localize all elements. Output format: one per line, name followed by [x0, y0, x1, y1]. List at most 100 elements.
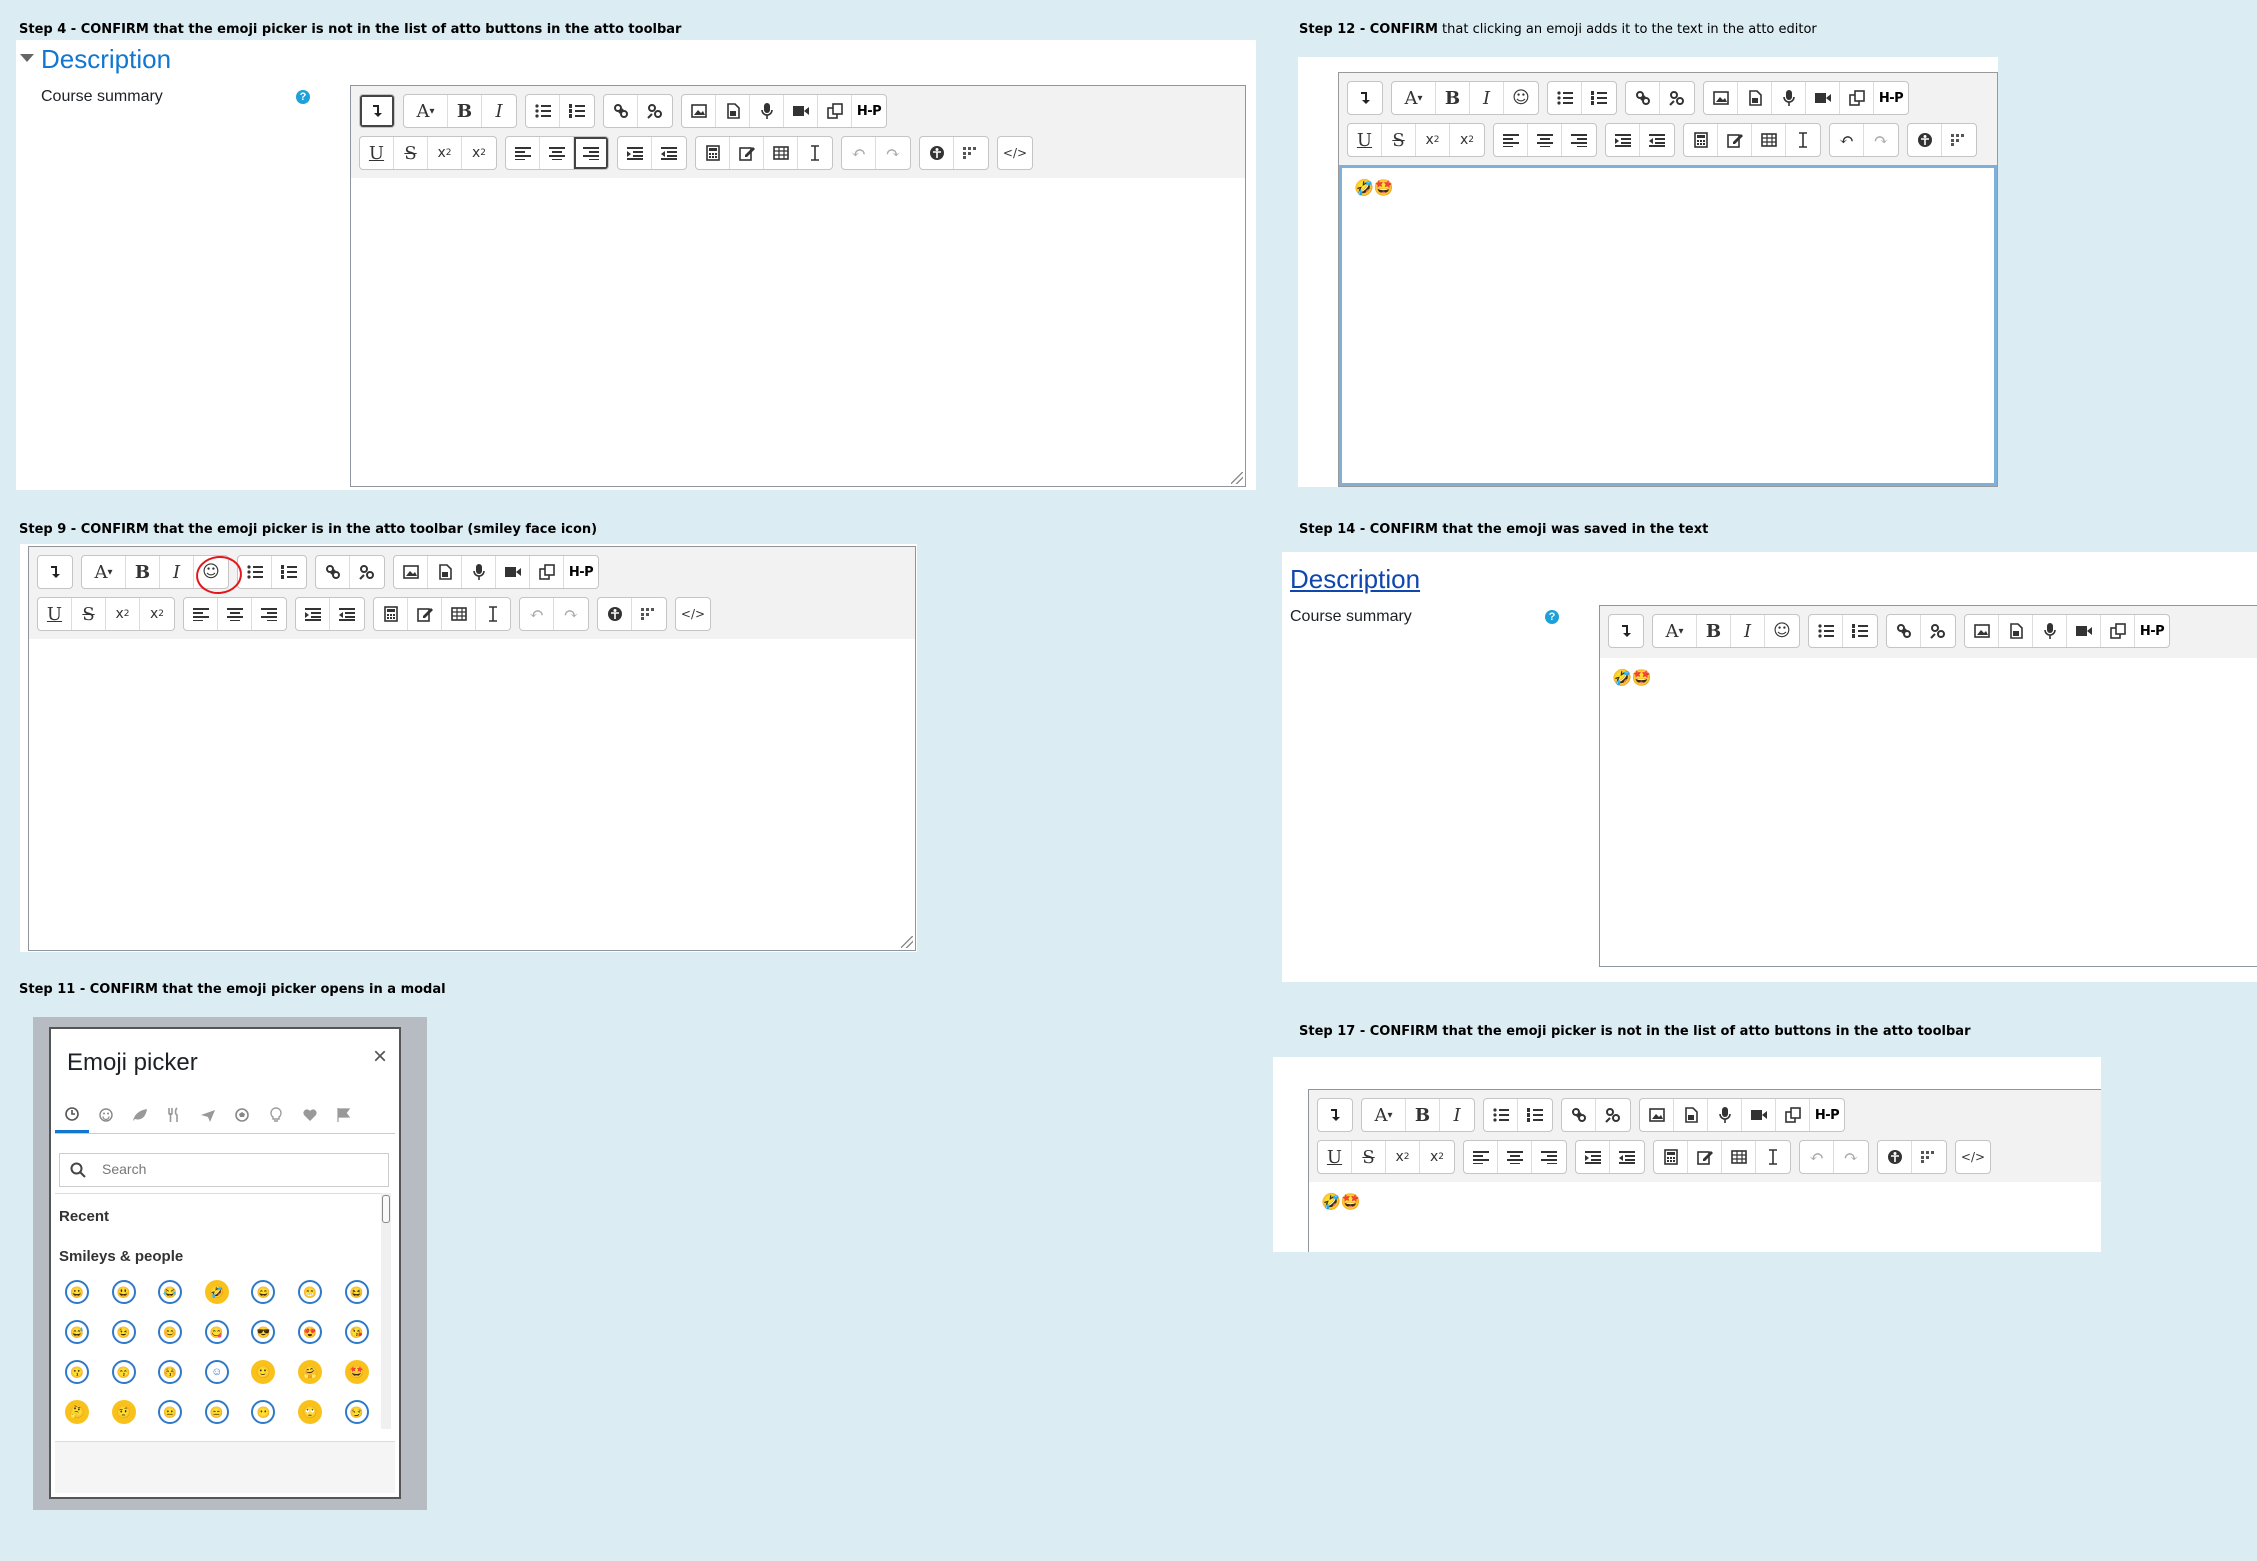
h5p-icon[interactable]: H-P: [1874, 82, 1908, 114]
image-icon[interactable]: [1640, 1099, 1674, 1131]
italic-button[interactable]: I: [1440, 1099, 1474, 1131]
link-icon[interactable]: [316, 556, 350, 588]
clear-formatting-icon[interactable]: [476, 598, 510, 630]
align-center-icon[interactable]: [540, 137, 574, 169]
redo-icon[interactable]: ↷: [554, 598, 588, 630]
manage-files-icon[interactable]: [530, 556, 564, 588]
emoji-item[interactable]: 😏: [344, 1400, 369, 1424]
superscript-button[interactable]: x2: [1450, 124, 1484, 156]
align-right-icon[interactable]: [252, 598, 286, 630]
editor-content[interactable]: [29, 639, 915, 950]
smiley-icon[interactable]: [89, 1097, 123, 1133]
outdent-icon[interactable]: [1610, 1141, 1644, 1173]
section-title[interactable]: Description: [41, 44, 171, 75]
soccer-icon[interactable]: [225, 1097, 259, 1133]
clear-formatting-icon[interactable]: [1786, 124, 1820, 156]
strikethrough-button[interactable]: S: [72, 598, 106, 630]
font-style-button[interactable]: A ▾: [1653, 615, 1697, 647]
link-icon[interactable]: [604, 95, 638, 127]
show-more-button[interactable]: [1609, 615, 1643, 647]
help-icon[interactable]: ?: [1545, 610, 1559, 624]
numbered-list-button[interactable]: [1518, 1099, 1552, 1131]
html-source-icon[interactable]: </>: [676, 598, 710, 630]
emoji-item[interactable]: 🙄: [297, 1400, 322, 1424]
emoji-item[interactable]: 🙂: [251, 1360, 276, 1384]
manage-files-icon[interactable]: [818, 95, 852, 127]
link-icon[interactable]: [1887, 615, 1921, 647]
numbered-list-button[interactable]: [1582, 82, 1616, 114]
image-icon[interactable]: [682, 95, 716, 127]
plane-icon[interactable]: [191, 1097, 225, 1133]
subscript-button[interactable]: x2: [106, 598, 140, 630]
subscript-button[interactable]: x2: [1416, 124, 1450, 156]
italic-button[interactable]: I: [1731, 615, 1765, 647]
redo-icon[interactable]: ↷: [1834, 1141, 1868, 1173]
emoji-item[interactable]: 🤩: [344, 1360, 369, 1384]
emoji-item[interactable]: 😅: [65, 1320, 89, 1344]
media-icon[interactable]: [1738, 82, 1772, 114]
emoji-item[interactable]: 😍: [297, 1320, 322, 1344]
close-icon[interactable]: ×: [373, 1043, 387, 1071]
subscript-button[interactable]: x2: [428, 137, 462, 169]
italic-button[interactable]: I: [482, 95, 516, 127]
equation-calculator-icon[interactable]: [374, 598, 408, 630]
clear-formatting-icon[interactable]: [1756, 1141, 1790, 1173]
bullet-list-button[interactable]: [526, 95, 560, 127]
media-icon[interactable]: [716, 95, 750, 127]
table-icon[interactable]: [1752, 124, 1786, 156]
resize-handle-icon[interactable]: [901, 936, 913, 948]
bold-button[interactable]: B: [448, 95, 482, 127]
show-more-button[interactable]: [38, 556, 72, 588]
scrollbar-thumb[interactable]: [382, 1195, 390, 1223]
strikethrough-button[interactable]: S: [394, 137, 428, 169]
bulb-icon[interactable]: [259, 1097, 293, 1133]
unlink-icon[interactable]: [1921, 615, 1955, 647]
font-style-button[interactable]: A ▾: [404, 95, 448, 127]
manage-files-icon[interactable]: [1840, 82, 1874, 114]
align-right-icon[interactable]: [1532, 1141, 1566, 1173]
edit-icon[interactable]: [1688, 1141, 1722, 1173]
align-right-icon[interactable]: [574, 137, 608, 169]
indent-icon[interactable]: [618, 137, 652, 169]
image-icon[interactable]: [1704, 82, 1738, 114]
microphone-icon[interactable]: [1708, 1099, 1742, 1131]
unlink-icon[interactable]: [1596, 1099, 1630, 1131]
italic-button[interactable]: I: [160, 556, 194, 588]
emoji-item[interactable]: 😎: [251, 1320, 276, 1344]
editor-content[interactable]: 🤣🤩: [1309, 1182, 2101, 1252]
video-icon[interactable]: [784, 95, 818, 127]
undo-icon[interactable]: ↶: [1800, 1141, 1834, 1173]
microphone-icon[interactable]: [750, 95, 784, 127]
emoji-item[interactable]: 😙: [111, 1360, 136, 1384]
redo-icon[interactable]: ↷: [876, 137, 910, 169]
undo-icon[interactable]: ↶: [842, 137, 876, 169]
screen-reader-helper-icon[interactable]: [1912, 1141, 1946, 1173]
video-icon[interactable]: [1742, 1099, 1776, 1131]
h5p-icon[interactable]: H-P: [1810, 1099, 1844, 1131]
align-right-icon[interactable]: [1562, 124, 1596, 156]
bullet-list-button[interactable]: [1548, 82, 1582, 114]
font-style-button[interactable]: A ▾: [82, 556, 126, 588]
align-left-icon[interactable]: [1494, 124, 1528, 156]
html-source-icon[interactable]: </>: [998, 137, 1032, 169]
equation-calculator-icon[interactable]: [1684, 124, 1718, 156]
underline-button[interactable]: U: [360, 137, 394, 169]
superscript-button[interactable]: x2: [462, 137, 496, 169]
emoji-item[interactable]: 😑: [204, 1400, 229, 1424]
font-style-button[interactable]: A ▾: [1362, 1099, 1406, 1131]
emoji-item[interactable]: 😆: [344, 1280, 369, 1304]
h5p-icon[interactable]: H-P: [2135, 615, 2169, 647]
show-more-button[interactable]: [360, 95, 394, 127]
align-left-icon[interactable]: [506, 137, 540, 169]
strikethrough-button[interactable]: S: [1382, 124, 1416, 156]
microphone-icon[interactable]: [1772, 82, 1806, 114]
link-icon[interactable]: [1562, 1099, 1596, 1131]
italic-button[interactable]: I: [1470, 82, 1504, 114]
emoji-item[interactable]: 😐: [158, 1400, 183, 1424]
align-left-icon[interactable]: [1464, 1141, 1498, 1173]
equation-calculator-icon[interactable]: [696, 137, 730, 169]
editor-content[interactable]: [351, 178, 1245, 486]
bold-button[interactable]: B: [1436, 82, 1470, 114]
screen-reader-helper-icon[interactable]: [954, 137, 988, 169]
emoji-item[interactable]: 😀: [65, 1280, 89, 1304]
